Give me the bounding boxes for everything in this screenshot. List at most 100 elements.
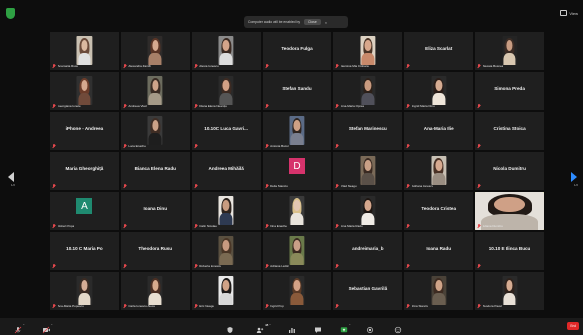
mic-muted-icon	[194, 104, 198, 108]
mic-muted-icon	[335, 64, 339, 68]
participants-button[interactable]: 48 ^	[256, 321, 271, 333]
participant-tile[interactable]: Diana Elena Neamțu	[191, 72, 261, 110]
view-button[interactable]: View	[560, 10, 578, 16]
mic-muted-icon	[477, 144, 481, 148]
participant-name: Ana Maria Radu	[340, 224, 363, 228]
participant-display-name: andreimaria_b	[352, 246, 384, 252]
reactions-button[interactable]	[394, 321, 402, 334]
mic-muted-icon	[335, 184, 339, 188]
participant-tile[interactable]: Adriana Lazăr	[262, 232, 332, 270]
participant-tile[interactable]: Ana-Maria Oprea	[333, 72, 403, 110]
participant-tile[interactable]: Maria Gheorghiță	[50, 152, 119, 190]
mic-muted-icon	[406, 264, 410, 268]
participant-tile[interactable]: andreimaria_b	[333, 232, 403, 270]
arrow-right-icon	[571, 172, 577, 182]
share-screen-button[interactable]: ^	[340, 321, 350, 333]
participant-tile[interactable]: Irina Stanciu	[404, 272, 474, 310]
participant-tile[interactable]: Ingrid Pop	[262, 272, 332, 310]
participant-name: Ana-Maria Popescu	[57, 304, 84, 308]
mic-muted-icon	[265, 224, 269, 228]
participant-tile[interactable]: Iuliana Dumitru	[475, 192, 544, 230]
participant-tile[interactable]: Ingrid Maria Dinu	[404, 72, 474, 110]
participant-video	[147, 115, 163, 146]
participant-tile[interactable]: Nicola Dumitru	[475, 152, 544, 190]
participant-tile[interactable]: Simona Preda	[475, 72, 544, 110]
participant-name-label: Andreea Vlad	[123, 104, 147, 108]
participant-display-name: Stefan Marinescu	[348, 126, 387, 132]
participant-tile[interactable]: Andreea Mihăilă	[191, 152, 261, 190]
participant-tile[interactable]: Sebastian Gavrilă	[333, 272, 403, 310]
participant-video	[289, 195, 305, 226]
participant-status	[123, 184, 127, 188]
participant-display-name: Ioana Dinu	[143, 206, 168, 212]
participant-tile[interactable]: Teodora Cristea	[404, 192, 474, 230]
polls-button[interactable]	[288, 321, 296, 333]
page-indicator-left: 1/2	[10, 183, 16, 187]
participant-tile[interactable]: Ioana Radu	[404, 232, 474, 270]
participant-tile[interactable]: Georgiana Ionete	[50, 72, 119, 110]
participant-tile[interactable]: Adriana Ionescu	[404, 152, 474, 190]
participant-tile[interactable]: Roberta Ionescu	[191, 232, 261, 270]
audio-banner: Computer audio will be enabled by Close …	[244, 16, 348, 28]
participant-tile[interactable]: 10.10 C Maria Po	[50, 232, 119, 270]
chevron-up-icon[interactable]: ^	[51, 323, 52, 327]
participant-tile[interactable]: Alessia Bosnea	[475, 32, 544, 70]
participant-tile[interactable]: Ana Maria Radu	[333, 192, 403, 230]
participant-tile[interactable]: A Robert Popa	[50, 192, 119, 230]
unmute-button[interactable]: ^	[14, 321, 24, 334]
banner-close-button[interactable]: Close	[304, 19, 321, 25]
participant-tile[interactable]: Andreea Vlad	[120, 72, 190, 110]
participant-tile[interactable]: Irina Enache	[262, 192, 332, 230]
arrow-left-icon	[8, 172, 14, 182]
participant-tile[interactable]: Eric Neagu	[191, 272, 261, 310]
banner-text: Computer audio will be enabled by	[248, 20, 301, 24]
participant-tile[interactable]: Carla Ionescu Alexe	[120, 272, 190, 310]
participant-tile[interactable]: Ana-Maria Popescu	[50, 272, 119, 310]
participant-tile[interactable]: Eliza Scarlat	[404, 32, 474, 70]
participant-tile[interactable]: 10.10C Luca Gavri...	[191, 112, 261, 150]
start-video-icon	[42, 321, 50, 334]
participant-tile[interactable]: Teodora Pavel	[475, 272, 544, 310]
participant-status	[265, 64, 269, 68]
participant-tile[interactable]: Cristina Stoica	[475, 112, 544, 150]
chevron-up-icon[interactable]: ^	[23, 323, 24, 327]
participant-display-name: Teodora Fulga	[281, 46, 313, 52]
participant-tile[interactable]: Teodora Fulga	[262, 32, 332, 70]
participant-video	[431, 155, 447, 186]
mic-muted-icon	[335, 264, 339, 268]
participant-tile[interactable]: iPhone - Andreea	[50, 112, 119, 150]
participant-video	[76, 275, 92, 306]
participant-tile[interactable]: Antonia Bucur	[262, 112, 332, 150]
banner-dismiss-icon[interactable]: ×	[325, 20, 327, 25]
end-meeting-button[interactable]: End	[567, 322, 579, 330]
participant-tile[interactable]: Anamaria Rusu	[50, 32, 119, 70]
record-button[interactable]	[366, 321, 374, 333]
chevron-up-icon[interactable]: ^	[269, 323, 270, 327]
participant-tile[interactable]: Ioana Dinu	[120, 192, 190, 230]
next-page-button[interactable]: 1/2	[571, 172, 581, 187]
chevron-up-icon[interactable]: ^	[349, 323, 350, 327]
participant-tile[interactable]: 10.10 E Ilinca Bucu	[475, 232, 544, 270]
security-button[interactable]	[226, 321, 234, 333]
security-shield-icon[interactable]	[6, 8, 15, 19]
participant-tile[interactable]: Iasmina Mia Ciobanu	[333, 32, 403, 70]
participant-tile[interactable]: Bianca Elena Radu	[120, 152, 190, 190]
participant-tile[interactable]: Stefan Sandu	[262, 72, 332, 110]
start-video-button[interactable]: ^	[42, 321, 52, 334]
chat-button[interactable]	[314, 321, 322, 333]
participant-display-name: Simona Preda	[494, 86, 525, 92]
participant-tile[interactable]: D Delia Stanciu	[262, 152, 332, 190]
previous-page-button[interactable]: 1/2	[8, 172, 18, 187]
participant-tile[interactable]: Ana-Maria Ilie	[404, 112, 474, 150]
participant-display-name: Maria Gheorghiță	[65, 166, 104, 172]
participant-tile[interactable]: Stefan Marinescu	[333, 112, 403, 150]
participant-tile[interactable]: Calin Nicolae	[191, 192, 261, 230]
mic-muted-icon	[265, 144, 269, 148]
participant-gallery: Anamaria Rusu Alexandra Zamfir Alexia Ione…	[50, 32, 544, 310]
participant-tile[interactable]: Vlad Neagu	[333, 152, 403, 190]
participant-tile[interactable]: Theodora Rusu	[120, 232, 190, 270]
participant-tile[interactable]: Alexandra Zamfir	[120, 32, 190, 70]
mic-muted-icon	[52, 184, 56, 188]
participant-tile[interactable]: Alexia Ionescu	[191, 32, 261, 70]
participant-tile[interactable]: Luca Enache	[120, 112, 190, 150]
